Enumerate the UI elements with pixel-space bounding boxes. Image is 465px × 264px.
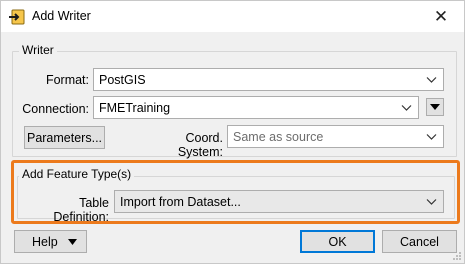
resize-grip-icon[interactable]: [452, 251, 462, 261]
chevron-down-icon: [426, 134, 437, 140]
format-select[interactable]: PostGIS: [93, 68, 444, 91]
window-title: Add Writer: [32, 9, 91, 23]
add-writer-icon: [9, 8, 27, 26]
connection-label: Connection:: [22, 102, 89, 116]
coord-system-select[interactable]: Same as source: [227, 125, 444, 148]
help-button[interactable]: Help: [14, 230, 87, 253]
add-writer-dialog: Add Writer ✕ Writer Format: PostGIS Conn…: [0, 0, 465, 264]
coord-system-label: Coord. System:: [177, 131, 223, 159]
coord-system-placeholder: Same as source: [233, 129, 324, 144]
format-label: Format:: [45, 73, 89, 87]
ok-button[interactable]: OK: [300, 230, 375, 253]
close-button[interactable]: ✕: [418, 1, 464, 32]
parameters-button[interactable]: Parameters...: [24, 126, 105, 149]
connection-select[interactable]: FMETraining: [93, 96, 419, 119]
help-button-label: Help: [32, 234, 58, 249]
cancel-button[interactable]: Cancel: [382, 230, 457, 253]
chevron-down-icon: [426, 77, 437, 83]
triangle-down-icon: [68, 239, 77, 245]
highlight-box: [11, 160, 460, 224]
format-value: PostGIS: [99, 72, 146, 87]
chevron-down-icon: [401, 105, 412, 111]
title-bar: Add Writer ✕: [1, 1, 464, 32]
connection-menu-button[interactable]: [426, 98, 444, 116]
writer-group-label: Writer: [19, 43, 57, 57]
triangle-down-icon: [430, 104, 440, 110]
connection-value: FMETraining: [99, 100, 171, 115]
